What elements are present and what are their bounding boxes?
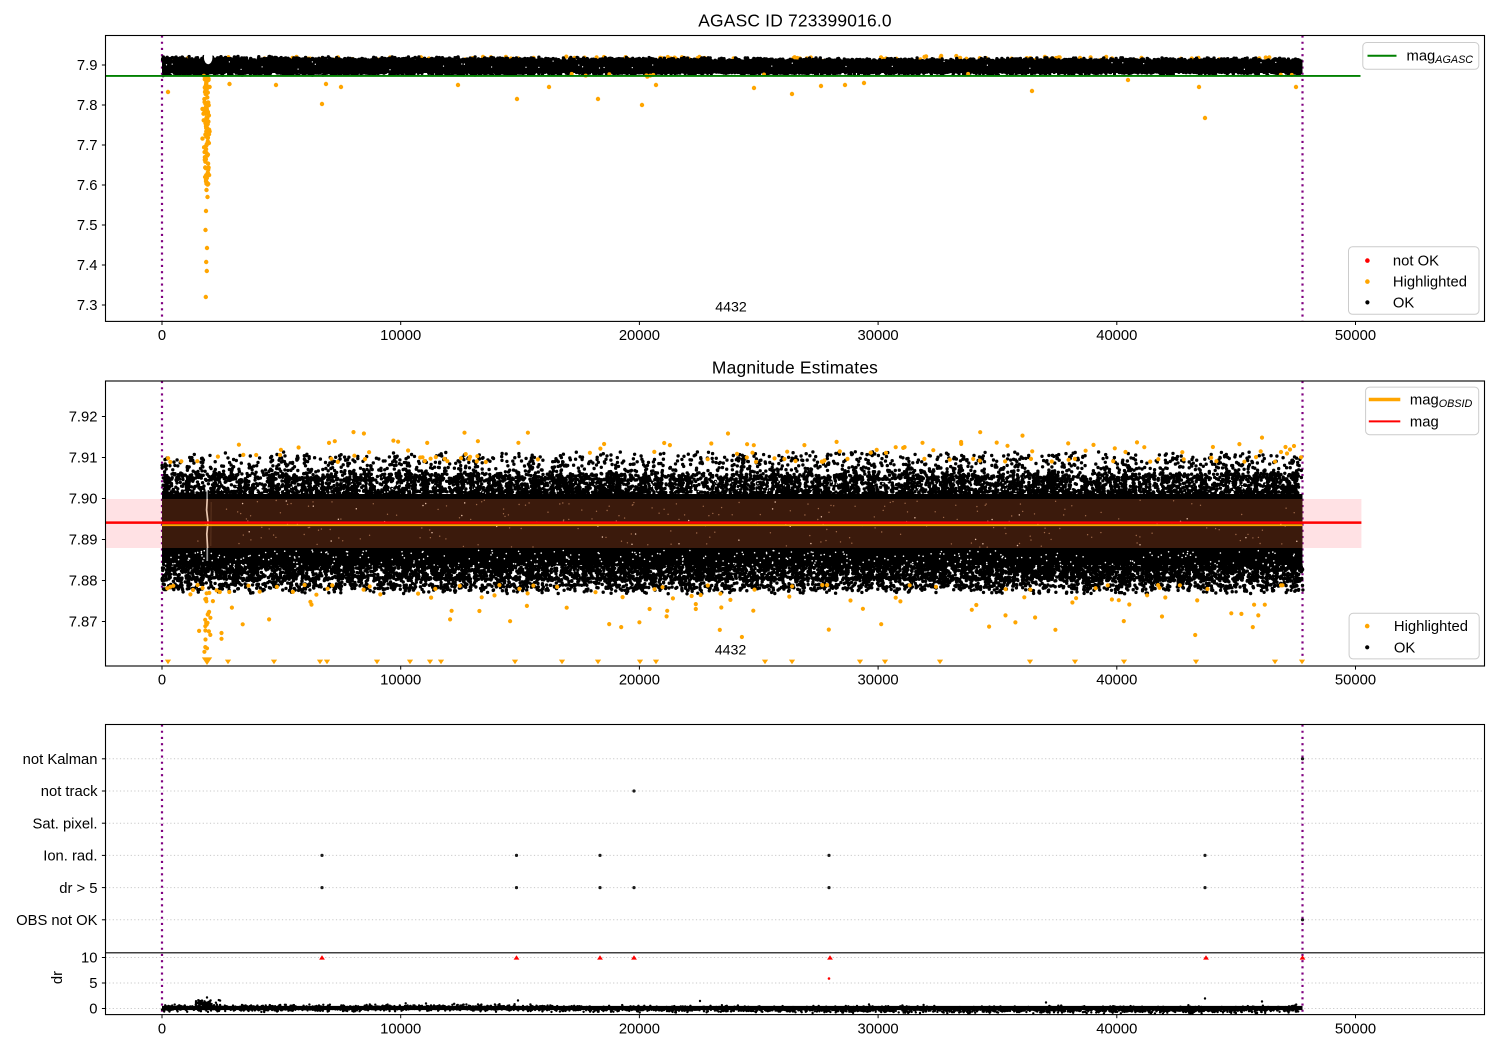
- svg-text:4432: 4432: [715, 643, 747, 659]
- svg-text:7.88: 7.88: [69, 574, 98, 590]
- svg-text:AGASC ID 723399016.0: AGASC ID 723399016.0: [698, 11, 892, 31]
- svg-text:0: 0: [89, 1002, 97, 1018]
- svg-text:20000: 20000: [619, 328, 660, 344]
- svg-text:7.6: 7.6: [77, 178, 98, 194]
- svg-text:mag: mag: [1410, 414, 1439, 430]
- svg-text:dr > 5: dr > 5: [59, 881, 97, 897]
- svg-text:OBS not OK: OBS not OK: [16, 913, 98, 929]
- svg-text:7.91: 7.91: [69, 451, 98, 467]
- svg-text:7.7: 7.7: [77, 138, 98, 154]
- svg-text:40000: 40000: [1096, 673, 1137, 689]
- svg-text:50000: 50000: [1335, 673, 1376, 689]
- svg-text:30000: 30000: [858, 673, 899, 689]
- svg-text:Ion. rad.: Ion. rad.: [43, 849, 97, 865]
- svg-text:5: 5: [89, 976, 97, 992]
- svg-text:0: 0: [158, 328, 166, 344]
- svg-text:not OK: not OK: [1393, 254, 1439, 270]
- svg-text:not track: not track: [41, 784, 98, 800]
- svg-text:7.8: 7.8: [77, 98, 98, 114]
- svg-text:0: 0: [158, 673, 166, 689]
- svg-text:10: 10: [81, 951, 97, 967]
- svg-text:40000: 40000: [1096, 1021, 1137, 1037]
- svg-text:7.87: 7.87: [69, 615, 98, 631]
- svg-text:7.90: 7.90: [69, 492, 98, 508]
- svg-text:0: 0: [158, 1021, 166, 1037]
- svg-text:Highlighted: Highlighted: [1394, 619, 1468, 635]
- svg-text:10000: 10000: [380, 1021, 421, 1037]
- svg-text:dr: dr: [50, 971, 66, 984]
- svg-text:OK: OK: [1393, 295, 1415, 311]
- svg-text:50000: 50000: [1335, 1021, 1376, 1037]
- svg-text:7.92: 7.92: [69, 410, 98, 426]
- svg-text:30000: 30000: [858, 328, 899, 344]
- svg-text:Sat. pixel.: Sat. pixel.: [33, 816, 98, 832]
- svg-text:20000: 20000: [619, 673, 660, 689]
- svg-text:7.89: 7.89: [69, 533, 98, 549]
- svg-text:10000: 10000: [380, 673, 421, 689]
- svg-text:30000: 30000: [858, 1021, 899, 1037]
- svg-text:50000: 50000: [1335, 328, 1376, 344]
- svg-text:40000: 40000: [1096, 328, 1137, 344]
- svg-text:OK: OK: [1394, 640, 1416, 656]
- svg-text:Highlighted: Highlighted: [1393, 275, 1467, 291]
- svg-text:Magnitude Estimates: Magnitude Estimates: [712, 358, 878, 378]
- svg-text:4432: 4432: [715, 300, 747, 316]
- svg-text:7.5: 7.5: [77, 218, 98, 234]
- svg-text:20000: 20000: [619, 1021, 660, 1037]
- svg-text:7.9: 7.9: [77, 58, 98, 74]
- svg-text:7.4: 7.4: [77, 258, 98, 274]
- svg-text:10000: 10000: [380, 328, 421, 344]
- svg-text:not Kalman: not Kalman: [23, 752, 98, 768]
- svg-text:7.3: 7.3: [77, 298, 98, 314]
